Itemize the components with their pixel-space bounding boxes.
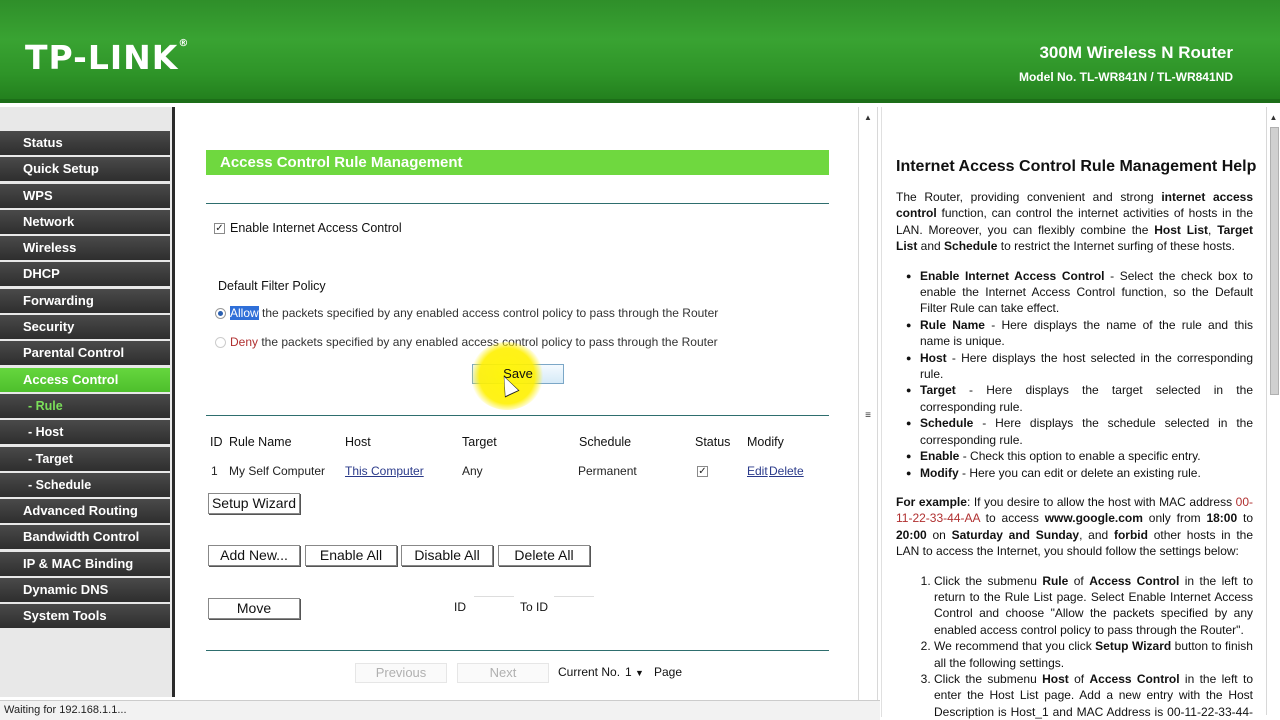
- col-header-modify: Modify: [747, 435, 784, 449]
- help-bullet: Schedule - Here displays the schedule se…: [906, 415, 1253, 448]
- delete-all-button[interactable]: Delete All: [498, 545, 590, 566]
- help-bullet: Modify - Here you can edit or delete an …: [906, 465, 1253, 482]
- help-bullet-list: Enable Internet Access Control - Select …: [896, 268, 1253, 482]
- sidebar-item-parental-control[interactable]: Parental Control: [0, 341, 170, 366]
- help-bullet: Host - Here displays the host selected i…: [906, 350, 1253, 383]
- move-id-label: ID: [454, 600, 466, 614]
- help-scrollbar[interactable]: ▲: [1266, 107, 1280, 715]
- model-number: Model No. TL-WR841N / TL-WR841ND: [1018, 70, 1233, 84]
- sidebar-subitem-host[interactable]: - Host: [0, 420, 170, 445]
- sidebar: Status Quick Setup WPS Network Wireless …: [0, 107, 175, 697]
- help-step: Click the submenu Host of Access Control…: [934, 671, 1253, 720]
- help-bullet: Enable Internet Access Control - Select …: [906, 268, 1253, 317]
- sidebar-subitem-target[interactable]: - Target: [0, 446, 170, 471]
- help-intro: The Router, providing convenient and str…: [896, 190, 1253, 254]
- chevron-down-icon: ▼: [635, 668, 644, 678]
- sidebar-item-dynamic-dns[interactable]: Dynamic DNS: [0, 578, 170, 603]
- allow-word: Allow: [230, 306, 259, 320]
- row-host-link[interactable]: This Computer: [345, 464, 424, 478]
- sidebar-menu: Status Quick Setup WPS Network Wireless …: [0, 131, 170, 631]
- row-status-checkbox[interactable]: ✓: [697, 464, 708, 478]
- sidebar-subitem-rule[interactable]: - Rule: [0, 393, 170, 418]
- browser-status-bar: Waiting for 192.168.1.1...: [0, 700, 880, 720]
- move-id-input[interactable]: [474, 596, 514, 597]
- save-button-label: Save: [503, 366, 533, 381]
- sidebar-item-access-control[interactable]: Access Control: [0, 367, 170, 392]
- row-delete-link[interactable]: Delete: [769, 464, 804, 478]
- enable-access-control-label: Enable Internet Access Control: [230, 221, 402, 235]
- col-header-id: ID: [210, 435, 223, 449]
- disable-all-button[interactable]: Disable All: [401, 545, 493, 566]
- sidebar-item-network[interactable]: Network: [0, 209, 170, 234]
- col-header-schedule: Schedule: [579, 435, 632, 449]
- col-header-status: Status: [695, 435, 731, 449]
- divider: [206, 650, 829, 651]
- scroll-thumb[interactable]: [1270, 127, 1279, 395]
- allow-policy-row: Allow the packets specified by any enabl…: [215, 306, 718, 320]
- help-body: The Router, providing convenient and str…: [896, 189, 1253, 720]
- allow-text: the packets specified by any enabled acc…: [258, 306, 719, 320]
- sidebar-subitem-schedule[interactable]: - Schedule: [0, 472, 170, 497]
- help-title: Internet Access Control Rule Management …: [896, 158, 1257, 175]
- deny-policy-row: Deny the packets specified by any enable…: [215, 335, 718, 349]
- divider: [206, 415, 829, 416]
- help-step: Click the submenu Rule of Access Control…: [934, 573, 1253, 639]
- help-steps: Click the submenu Rule of Access Control…: [896, 573, 1253, 720]
- scroll-up-icon[interactable]: ▲: [859, 113, 877, 122]
- tp-link-logo: TP-LINK®: [25, 38, 190, 77]
- sidebar-item-bandwidth-control[interactable]: Bandwidth Control: [0, 525, 170, 550]
- page-title: Access Control Rule Management: [206, 150, 829, 175]
- sidebar-item-advanced-routing[interactable]: Advanced Routing: [0, 499, 170, 524]
- divider: [206, 203, 829, 204]
- default-filter-policy-label: Default Filter Policy: [218, 279, 326, 293]
- help-example: For example: If you desire to allow the …: [896, 494, 1254, 559]
- add-new-button[interactable]: Add New...: [208, 545, 300, 566]
- row-target: Any: [462, 464, 483, 478]
- row-rule-name: My Self Computer: [229, 464, 326, 478]
- row-id: 1: [211, 464, 218, 478]
- next-button[interactable]: Next: [457, 663, 549, 683]
- row-edit-link[interactable]: Edit: [747, 464, 768, 478]
- sidebar-item-security[interactable]: Security: [0, 315, 170, 340]
- col-header-host: Host: [345, 435, 371, 449]
- previous-button[interactable]: Previous: [355, 663, 447, 683]
- setup-wizard-button[interactable]: Setup Wizard: [208, 493, 300, 514]
- help-bullet: Rule Name - Here displays the name of th…: [906, 317, 1253, 350]
- deny-word: Deny: [230, 335, 259, 349]
- sidebar-item-wireless[interactable]: Wireless: [0, 236, 170, 261]
- current-no-label: Current No.: [558, 665, 621, 679]
- allow-radio[interactable]: [215, 308, 226, 320]
- sidebar-item-dhcp[interactable]: DHCP: [0, 262, 170, 287]
- page-label: Page: [654, 665, 683, 679]
- header-banner: TP-LINK® 300M Wireless N Router Model No…: [0, 0, 1280, 103]
- enable-all-button[interactable]: Enable All: [305, 545, 397, 566]
- sidebar-item-forwarding[interactable]: Forwarding: [0, 288, 170, 313]
- deny-radio[interactable]: [215, 337, 226, 349]
- help-panel: Internet Access Control Rule Management …: [881, 107, 1266, 720]
- help-step: We recommend that you click Setup Wizard…: [934, 638, 1253, 671]
- move-to-id-label: To ID: [520, 600, 549, 614]
- col-header-target: Target: [462, 435, 497, 449]
- scroll-grip-icon[interactable]: ≡: [859, 410, 877, 421]
- main-scrollbar[interactable]: ▲ ≡ ▼: [858, 107, 878, 715]
- sidebar-item-ip-mac-binding[interactable]: IP & MAC Binding: [0, 551, 170, 576]
- sidebar-item-quick-setup[interactable]: Quick Setup: [0, 157, 170, 182]
- help-bullet: Enable - Check this option to enable a s…: [906, 448, 1253, 465]
- product-title: 300M Wireless N Router: [1039, 43, 1233, 62]
- help-bullet: Target - Here displays the target select…: [906, 382, 1253, 415]
- enable-access-control-row: ✓ Enable Internet Access Control: [214, 221, 402, 235]
- col-header-rule-name: Rule Name: [229, 435, 292, 449]
- move-to-id-input[interactable]: [554, 596, 594, 597]
- sidebar-item-status[interactable]: Status: [0, 131, 170, 155]
- enable-access-control-checkbox[interactable]: ✓: [214, 223, 225, 235]
- sidebar-item-system-tools[interactable]: System Tools: [0, 604, 170, 629]
- scroll-up-icon[interactable]: ▲: [1267, 113, 1280, 122]
- row-schedule: Permanent: [578, 464, 637, 478]
- move-button[interactable]: Move: [208, 598, 300, 619]
- page-select[interactable]: 1 ▼: [625, 665, 644, 679]
- main-panel: Access Control Rule Management ✓ Enable I…: [178, 107, 875, 697]
- sidebar-item-wps[interactable]: WPS: [0, 183, 170, 208]
